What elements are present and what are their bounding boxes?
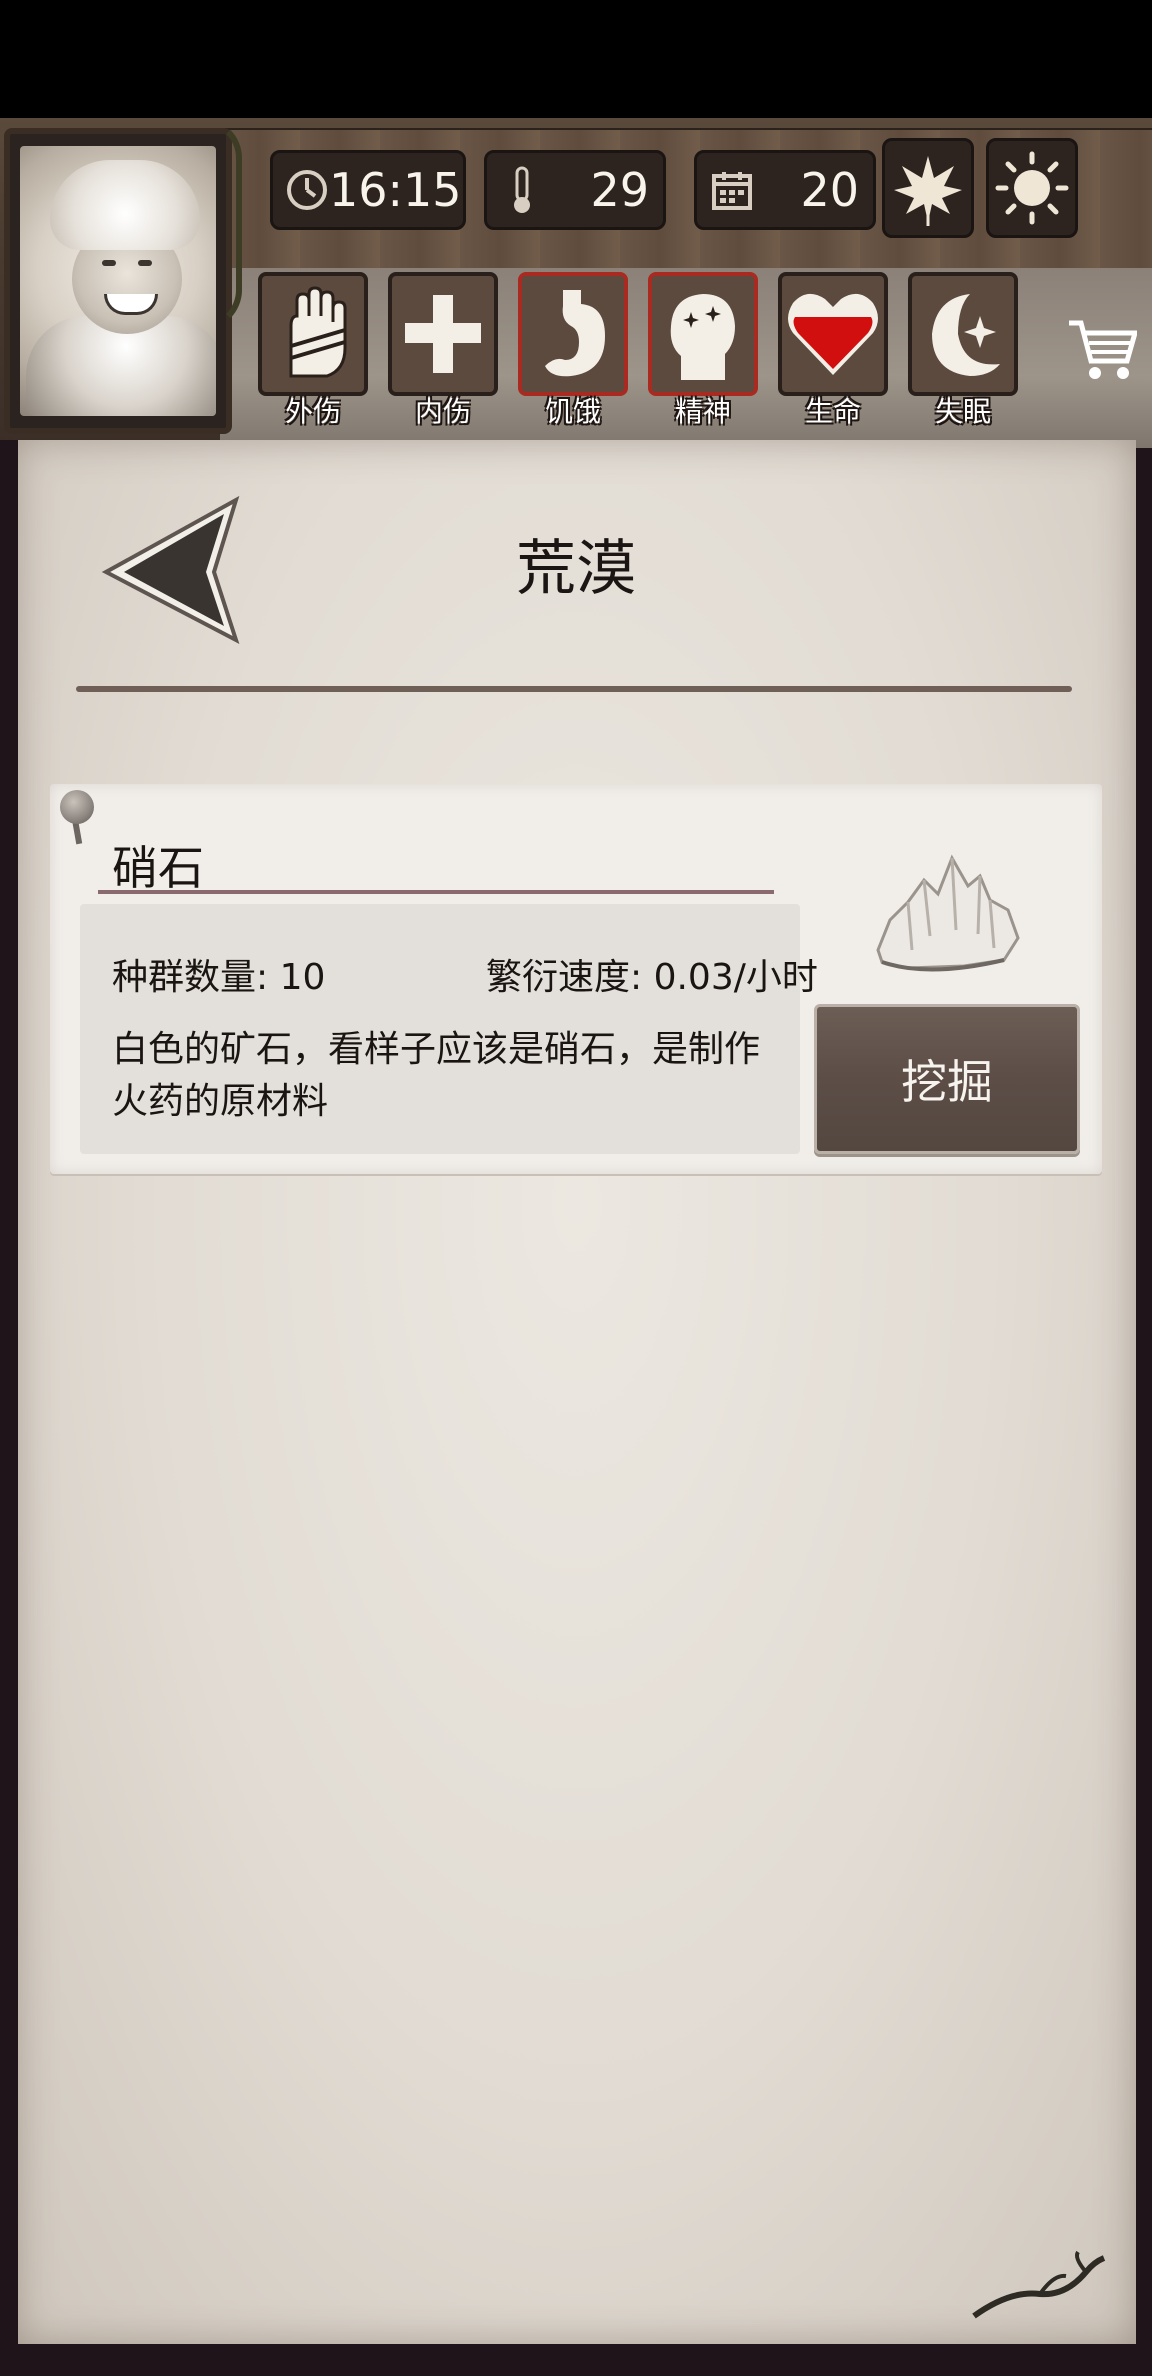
status-internal-injury[interactable]: 内伤 bbox=[388, 272, 498, 428]
time-display: 16:15 bbox=[270, 150, 466, 230]
resource-description: 白色的矿石，看样子应该是硝石，是制作火药的原材料 bbox=[112, 1029, 761, 1122]
system-status-bar bbox=[0, 0, 1152, 118]
game-screen: 16:15 29 20 外伤 内伤 饥饿 精神 生命 失眠 荒漠 硝石 种群数量… bbox=[0, 0, 1152, 2376]
decorative-vine bbox=[150, 118, 242, 330]
heart-icon bbox=[788, 293, 878, 375]
population-count: 种群数量: 10 bbox=[112, 957, 326, 998]
title-divider bbox=[76, 686, 1072, 692]
status-frame bbox=[778, 272, 888, 396]
weather-indicator[interactable] bbox=[986, 138, 1078, 238]
status-label: 饥饿 bbox=[544, 395, 601, 428]
moon-star-icon bbox=[932, 294, 1000, 376]
page-title: 荒漠 bbox=[516, 534, 636, 604]
resource-name: 硝石 bbox=[112, 841, 204, 895]
leaf-icon bbox=[894, 156, 962, 226]
decorative-twig bbox=[970, 2250, 1110, 2320]
status-label: 生命 bbox=[804, 395, 861, 428]
mind-head-icon bbox=[670, 294, 735, 380]
cross-icon bbox=[405, 295, 481, 373]
status-frame bbox=[908, 272, 1018, 396]
pushpin-icon bbox=[60, 790, 94, 824]
status-insomnia[interactable]: 失眠 bbox=[908, 272, 1018, 428]
growth-rate: 繁衍速度: 0.03/小时 bbox=[486, 957, 818, 998]
bottom-edge bbox=[0, 2344, 1152, 2376]
panel-left-edge bbox=[0, 440, 18, 2350]
temperature-value: 29 bbox=[590, 163, 649, 217]
day-value: 20 bbox=[800, 163, 859, 217]
status-label: 精神 bbox=[674, 395, 731, 428]
dig-button[interactable]: 挖掘 bbox=[814, 1004, 1080, 1154]
shop-cart-button[interactable] bbox=[1064, 312, 1140, 388]
back-arrow-icon bbox=[101, 495, 240, 645]
clock-icon bbox=[285, 167, 329, 213]
parchment-panel bbox=[16, 440, 1136, 2344]
calendar-icon bbox=[709, 167, 755, 213]
temperature-display: 29 bbox=[484, 150, 666, 230]
cart-icon bbox=[1069, 320, 1137, 379]
status-hunger[interactable]: 饥饿 bbox=[518, 272, 628, 428]
hand-bandage-icon bbox=[289, 286, 347, 378]
status-frame bbox=[388, 272, 498, 396]
season-indicator[interactable] bbox=[882, 138, 974, 238]
back-button[interactable] bbox=[96, 494, 246, 645]
status-label: 失眠 bbox=[934, 395, 991, 428]
sun-icon bbox=[995, 151, 1069, 225]
day-display: 20 bbox=[694, 150, 876, 230]
resource-name-underline bbox=[98, 890, 774, 894]
portrait-eye bbox=[102, 260, 116, 266]
saltpeter-ore-icon bbox=[868, 850, 1024, 980]
status-external-injury[interactable]: 外伤 bbox=[258, 272, 368, 428]
status-spirit[interactable]: 精神 bbox=[648, 272, 758, 428]
status-life[interactable]: 生命 bbox=[778, 272, 888, 428]
status-frame bbox=[518, 272, 628, 396]
stomach-icon bbox=[545, 290, 605, 377]
status-label: 内伤 bbox=[414, 395, 471, 428]
status-label: 外伤 bbox=[284, 395, 341, 428]
status-frame bbox=[648, 272, 758, 396]
thermometer-icon bbox=[499, 166, 545, 213]
time-value: 16:15 bbox=[329, 163, 462, 217]
status-frame bbox=[258, 272, 368, 396]
